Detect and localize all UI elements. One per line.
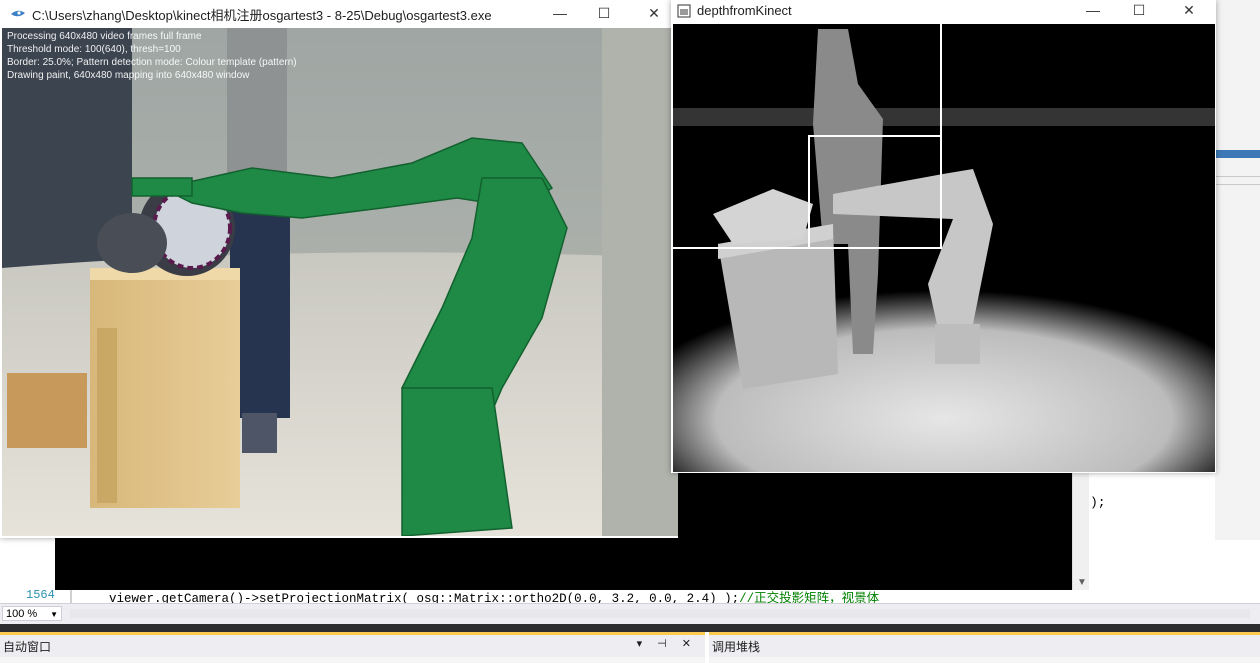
zoom-level: 100 % bbox=[6, 608, 38, 620]
scroll-down-icon[interactable]: ▼ bbox=[1077, 577, 1087, 588]
editor-status-bar: 100 % ▼ bbox=[0, 603, 1260, 624]
depth-window[interactable]: depthfromKinect — ☐ ✕ bbox=[671, 0, 1216, 473]
panel-controls[interactable]: ▾ ⊣ ✕ bbox=[637, 637, 697, 650]
panel-body bbox=[0, 657, 705, 663]
horizontal-scrollbar[interactable] bbox=[70, 609, 1250, 618]
window-title: C:\Users\zhang\Desktop\kinect相机注册osgarte… bbox=[32, 8, 492, 23]
call-stack-panel: 调用堆栈 bbox=[709, 632, 1260, 663]
app-icon bbox=[11, 10, 25, 17]
overlay-status-line: Processing 640x480 video frames full fra… bbox=[7, 31, 202, 42]
minimize-button[interactable]: — bbox=[550, 4, 570, 22]
divider bbox=[1215, 184, 1260, 185]
zoom-dropdown[interactable]: 100 % ▼ bbox=[2, 606, 62, 621]
console-scrollbar[interactable]: ▼ bbox=[1072, 470, 1089, 590]
panel-separator bbox=[0, 624, 1260, 632]
close-button[interactable]: ✕ bbox=[644, 4, 664, 22]
panel-body bbox=[709, 657, 1260, 663]
panel-title: 自动窗口 bbox=[3, 640, 52, 654]
ar-scene-image bbox=[2, 28, 678, 536]
divider bbox=[1215, 176, 1260, 177]
ar-window[interactable]: C:\Users\zhang\Desktop\kinect相机注册osgarte… bbox=[0, 0, 678, 538]
window-icon bbox=[677, 4, 691, 18]
overlay-status-line: Border: 25.0%; Pattern detection mode: C… bbox=[7, 57, 297, 68]
depth-image-view[interactable] bbox=[673, 24, 1215, 472]
overlay-status-line: Drawing paint, 640x480 mapping into 640x… bbox=[7, 70, 250, 81]
panel-title: 调用堆栈 bbox=[712, 640, 761, 654]
maximize-button[interactable]: ☐ bbox=[1129, 1, 1149, 19]
minimize-button[interactable]: — bbox=[1083, 1, 1103, 19]
overlay-status-line: Threshold mode: 100(640), thresh=100 bbox=[7, 44, 181, 55]
ar-video-view[interactable]: Processing 640x480 video frames full fra… bbox=[2, 28, 678, 536]
chevron-down-icon: ▼ bbox=[50, 610, 58, 619]
title-bar[interactable]: C:\Users\zhang\Desktop\kinect相机注册osgarte… bbox=[0, 0, 678, 28]
code-fragment: ); bbox=[1090, 495, 1106, 510]
window-title: depthfromKinect bbox=[697, 3, 792, 18]
close-button[interactable]: ✕ bbox=[1179, 1, 1199, 19]
ide-right-strip bbox=[1215, 0, 1260, 540]
ide-tab-strip bbox=[1215, 150, 1260, 158]
depth-map-image bbox=[673, 24, 1215, 472]
maximize-button[interactable]: ☐ bbox=[594, 4, 614, 22]
auto-window-panel: 自动窗口 ▾ ⊣ ✕ bbox=[0, 632, 705, 663]
line-number: 1564 bbox=[26, 588, 55, 602]
title-bar[interactable]: depthfromKinect — ☐ ✕ bbox=[671, 0, 1216, 24]
